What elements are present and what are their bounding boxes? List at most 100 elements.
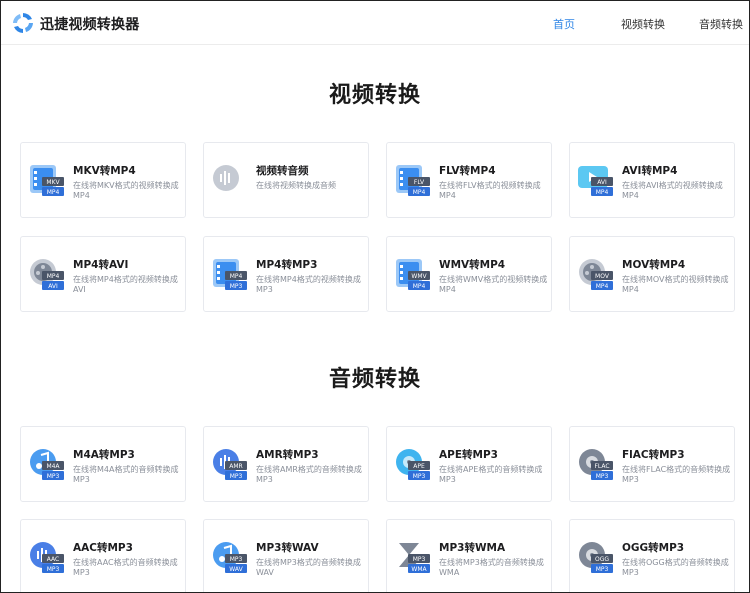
svg-text:MP4: MP4 [596,283,609,290]
converter-card[interactable]: AAC MP3 AAC转MP3 在线将AAC格式的音频转换成MP3 [20,519,186,592]
converter-card[interactable]: WMV MP4 WMV转MP4 在线将WMV格式的视频转换成MP4 [386,236,552,312]
card-description: 在线将AMR格式的音频转换成MP3 [256,465,362,484]
svg-text:FLAC: FLAC [594,463,609,470]
card-description: 在线将FLAC格式的音频转换成MP3 [622,465,731,484]
top-navbar: 迅捷视频转换器 首页 视频转换 音频转换 [1,1,749,45]
svg-text:FLV: FLV [414,179,425,186]
card-title: MP4转MP3 [256,259,318,271]
logo-icon[interactable] [11,11,35,35]
card-description: 在线将FLV格式的视频转换成MP4 [439,181,541,200]
svg-text:MP3: MP3 [413,473,426,480]
svg-text:AVI: AVI [597,179,607,186]
svg-text:WMA: WMA [411,566,427,573]
hourglass-icon: MP3 WMA [399,543,430,573]
card-description: 在线将MP3格式的音频转换成WAV [256,558,361,577]
svg-text:MP4: MP4 [47,273,60,280]
svg-text:MP3: MP3 [230,556,243,563]
svg-text:AMR: AMR [229,463,242,470]
soundwave-icon: AAC MP3 [30,542,64,573]
card-description: 在线将WMV格式的视频转换成MP4 [439,275,548,294]
disc-icon: FLAC MP3 [579,449,613,480]
converter-card[interactable]: MP3 WAV MP3转WAV 在线将MP3格式的音频转换成WAV [203,519,369,592]
converter-card[interactable]: MP4 MP3 MP4转MP3 在线将MP4格式的视频转换成MP3 [203,236,369,312]
svg-text:MP3: MP3 [230,283,243,290]
film-reel-icon: MP4 AVI [30,259,64,290]
card-title: MKV转MP4 [73,165,136,177]
card-title: WMV转MP4 [439,259,506,271]
svg-text:MP3: MP3 [47,566,60,573]
card-title: AMR转MP3 [256,449,319,461]
svg-text:WMV: WMV [411,273,427,280]
soundwave-icon: AMR MP3 [213,449,247,480]
svg-text:MP3: MP3 [413,556,426,563]
nav-audio-convert[interactable]: 音频转换 [699,16,743,32]
converter-card[interactable]: MKV MP4 MKV转MP4 在线将MKV格式的视频转换成MP4 [20,142,186,218]
card-description: 在线将AAC格式的音频转换成MP3 [73,558,178,577]
svg-text:MOV: MOV [595,273,610,280]
film-convert-icon: WMV MP4 [396,259,430,290]
svg-text:MP4: MP4 [47,189,60,196]
svg-text:MP4: MP4 [413,283,426,290]
film-reel-icon: MOV MP4 [579,259,613,290]
converter-card[interactable]: FLV MP4 FLV转MP4 在线将FLV格式的视频转换成MP4 [386,142,552,218]
card-description: 在线将OGG格式的音频转换成MP3 [622,558,729,577]
converter-card[interactable]: MP4 AVI MP4转AVI 在线将MP4格式的视频转换成AVI [20,236,186,312]
svg-text:M4A: M4A [46,463,60,470]
converter-card[interactable]: 视频转音频在线将视频转换成音频 [203,142,369,218]
film-convert-icon: MKV MP4 [30,165,64,196]
card-title: MP3转WMA [439,542,506,554]
card-title: AAC转MP3 [73,542,133,554]
section-title-audio: 音频转换 [328,367,421,392]
card-title: AVI转MP4 [622,165,678,177]
card-title: OGG转MP3 [622,542,685,554]
film-convert-icon: FLV MP4 [396,165,430,196]
converter-card[interactable]: FLAC MP3 FlAC转MP3 在线将FLAC格式的音频转换成MP3 [569,426,735,502]
svg-text:AVI: AVI [48,283,58,290]
svg-text:MP3: MP3 [230,473,243,480]
svg-text:MP4: MP4 [413,189,426,196]
card-description: 在线将视频转换成音频 [256,181,336,190]
nav-home[interactable]: 首页 [553,16,575,32]
svg-text:MP3: MP3 [596,473,609,480]
card-title: APE转MP3 [439,449,498,461]
card-title: 视频转音频 [256,165,309,177]
svg-text:WAV: WAV [229,566,243,573]
converter-card[interactable]: APE MP3 APE转MP3 在线将APE格式的音频转换成MP3 [386,426,552,502]
converter-card[interactable]: AMR MP3 AMR转MP3 在线将AMR格式的音频转换成MP3 [203,426,369,502]
card-description: 在线将MP4格式的视频转换成AVI [73,275,178,294]
card-description: 在线将AVI格式的视频转换成MP4 [622,181,723,200]
svg-text:MP4: MP4 [596,189,609,196]
music-note-icon: M4A MP3 [30,449,64,480]
play-screen-icon: AVI MP4 [578,166,613,196]
converter-card[interactable]: M4A MP3 M4A转MP3 在线将M4A格式的音频转换成MP3 [20,426,186,502]
card-description: 在线将MP3格式的音频转换成WMA [439,558,544,577]
svg-text:MP4: MP4 [230,273,243,280]
nav-video-convert[interactable]: 视频转换 [621,16,665,32]
converter-card[interactable]: OGG MP3 OGG转MP3 在线将OGG格式的音频转换成MP3 [569,519,735,592]
disc-icon: APE MP3 [396,449,430,480]
card-title: FlAC转MP3 [622,449,685,461]
svg-text:APE: APE [413,463,425,470]
svg-text:MP3: MP3 [596,566,609,573]
card-title: MP3转WAV [256,542,319,554]
svg-text:MP3: MP3 [47,473,60,480]
card-title: M4A转MP3 [73,449,135,461]
converter-card[interactable]: MOV MP4 MOV转MP4 在线将MOV格式的视频转换成MP4 [569,236,735,312]
converter-card[interactable]: AVI MP4 AVI转MP4 在线将AVI格式的视频转换成MP4 [569,142,735,218]
music-note-icon: MP3 WAV [213,542,247,573]
card-description: 在线将MKV格式的视频转换成MP4 [73,181,179,200]
svg-text:OGG: OGG [595,556,609,563]
film-convert-icon: MP4 MP3 [213,259,247,290]
card-description: 在线将M4A格式的音频转换成MP3 [73,465,179,484]
soundwave-icon [213,165,239,191]
section-title-video: 视频转换 [328,83,421,108]
disc-icon: OGG MP3 [579,542,613,573]
card-description: 在线将APE格式的音频转换成MP3 [439,465,543,484]
svg-text:AAC: AAC [47,556,59,563]
page: 迅捷视频转换器 首页 视频转换 音频转换 视频转换 音频转换 MKV MP4 MK… [0,0,750,593]
brand-name[interactable]: 迅捷视频转换器 [40,14,139,34]
svg-text:MKV: MKV [46,179,60,186]
card-description: 在线将MP4格式的视频转换成MP3 [256,275,361,294]
converter-card[interactable]: MP3 WMA MP3转WMA 在线将MP3格式的音频转换成WMA [386,519,552,592]
card-title: MP4转AVI [73,259,129,271]
